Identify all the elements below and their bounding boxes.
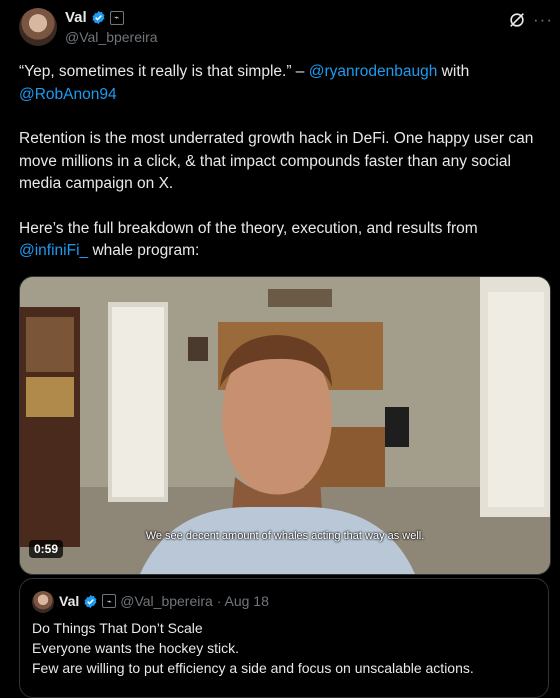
video-caption: We see decent amount of whales acting th… bbox=[145, 530, 425, 542]
author-name[interactable]: Val bbox=[65, 9, 87, 26]
verified-badge-icon bbox=[92, 10, 105, 25]
para3-text: Here’s the full breakdown of the theory,… bbox=[19, 219, 478, 237]
quoted-line: Few are willing to put efficiency a side… bbox=[32, 660, 474, 676]
more-icon[interactable]: ··· bbox=[533, 10, 553, 30]
video-duration: 0:59 bbox=[29, 540, 64, 558]
with-text: with bbox=[437, 63, 470, 80]
affiliate-badge-icon: ⌁ bbox=[109, 10, 124, 25]
quoted-text: Do Things That Don’t Scale Everyone want… bbox=[32, 618, 474, 678]
quoted-author-avatar bbox=[32, 591, 54, 613]
quoted-author-name: Val bbox=[59, 593, 80, 609]
quoted-handle-date: @Val_bpereira · Aug 18 bbox=[120, 593, 269, 609]
tweet-paragraph-3: Here’s the full breakdown of the theory,… bbox=[19, 218, 541, 263]
verified-badge-icon bbox=[84, 594, 97, 608]
author-avatar[interactable] bbox=[19, 8, 57, 46]
affiliate-badge-icon: ⌁ bbox=[102, 594, 117, 608]
author-name-row: Val ⌁ bbox=[65, 9, 124, 26]
quoted-line: Do Things That Don’t Scale bbox=[32, 620, 203, 636]
grok-icon[interactable] bbox=[508, 11, 526, 29]
video-player[interactable]: We see decent amount of whales acting th… bbox=[19, 276, 551, 575]
quoted-line: Everyone wants the hockey stick. bbox=[32, 640, 239, 656]
mention-link[interactable]: @RobAnon94 bbox=[19, 86, 117, 103]
tweet-paragraph-1: “Yep, sometimes it really is that simple… bbox=[19, 61, 541, 106]
tweet-text: “Yep, sometimes it really is that simple… bbox=[19, 61, 541, 285]
quote-text: “Yep, sometimes it really is that simple… bbox=[19, 63, 309, 80]
mention-link[interactable]: @ryanrodenbaugh bbox=[309, 63, 438, 80]
author-handle[interactable]: @Val_bpereira bbox=[65, 29, 158, 45]
tweet-paragraph-2: Retention is the most underrated growth … bbox=[19, 130, 534, 192]
mention-link[interactable]: @infiniFi_ bbox=[19, 242, 88, 259]
para3-tail: whale program: bbox=[88, 242, 200, 259]
quoted-tweet[interactable]: Val ⌁ @Val_bpereira · Aug 18 Do Things T… bbox=[19, 578, 549, 698]
quoted-header: Val ⌁ @Val_bpereira · Aug 18 bbox=[59, 593, 269, 609]
